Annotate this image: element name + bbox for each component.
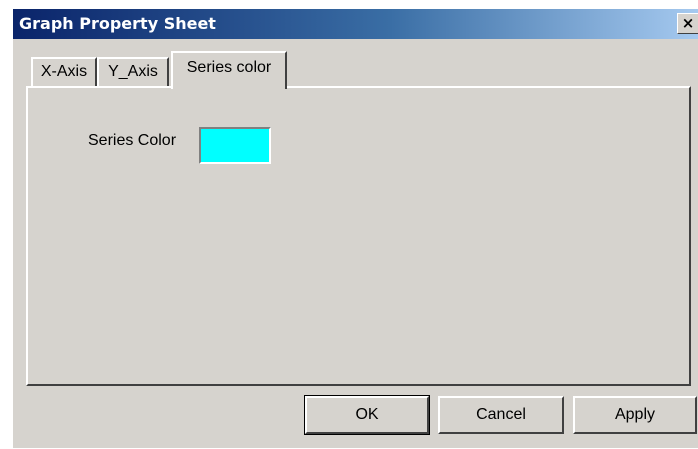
title-bar[interactable]: Graph Property Sheet × <box>13 9 698 39</box>
tab-x-axis[interactable]: X-Axis <box>31 57 97 87</box>
ok-button-label: OK <box>355 406 379 423</box>
property-dialog: Graph Property Sheet × X-Axis Y_Axis Ser… <box>0 0 698 449</box>
window-top-edge <box>1 1 698 9</box>
cancel-button[interactable]: Cancel <box>438 396 564 434</box>
apply-button-label: Apply <box>614 406 656 423</box>
series-color-label: Series Color <box>88 132 177 149</box>
series-color-swatch[interactable] <box>199 127 271 164</box>
close-icon[interactable]: × <box>677 13 698 34</box>
tab-series-color[interactable]: Series color <box>171 51 287 89</box>
tab-panel-series-color <box>26 86 691 386</box>
apply-button[interactable]: Apply <box>573 396 697 434</box>
ok-button[interactable]: OK <box>304 395 430 435</box>
cancel-button-label: Cancel <box>476 406 526 423</box>
tab-y-axis[interactable]: Y_Axis <box>97 57 169 87</box>
window-left-edge <box>1 1 13 449</box>
window-title: Graph Property Sheet <box>19 14 216 33</box>
